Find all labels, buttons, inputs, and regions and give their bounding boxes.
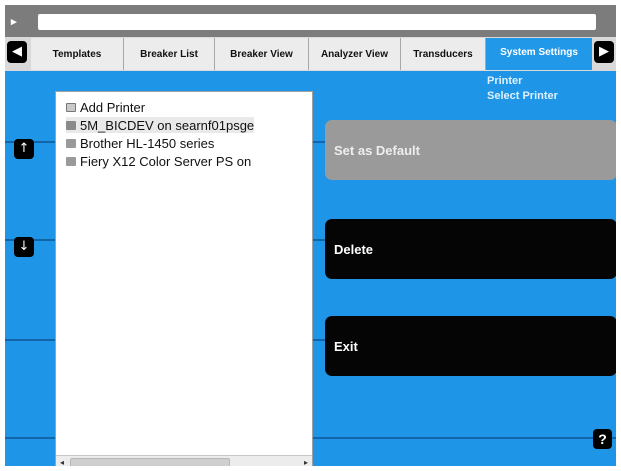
printer-icon xyxy=(66,138,76,148)
tab-bar: ◀ Templates Breaker List Breaker View An… xyxy=(5,37,616,71)
printer-label: Add Printer xyxy=(80,99,146,115)
printer-label: 5M_BICDEV on searnf01psge xyxy=(80,117,255,133)
title-bar: ▸ xyxy=(5,5,616,37)
main-panel: Printer Select Printer ↑ ↓ Add Printer 5… xyxy=(5,71,616,466)
list-item-add-printer[interactable]: Add Printer xyxy=(66,99,145,115)
tab-scroll-left-icon[interactable]: ◀ xyxy=(7,41,27,63)
tab-breaker-view[interactable]: Breaker View xyxy=(215,38,309,70)
add-printer-icon xyxy=(66,102,76,112)
list-item-printer[interactable]: 5M_BICDEV on searnf01psge xyxy=(66,117,255,133)
address-field[interactable] xyxy=(38,14,596,30)
help-button[interactable]: ? xyxy=(593,429,612,449)
app-window: ▸ ◀ Templates Breaker List Breaker View … xyxy=(5,5,616,466)
set-as-default-button[interactable]: Set as Default xyxy=(325,120,616,180)
printer-icon xyxy=(66,156,76,166)
tab-breaker-list[interactable]: Breaker List xyxy=(124,38,215,70)
network-printer-icon xyxy=(66,120,76,130)
printer-list: Add Printer 5M_BICDEV on searnf01psge Br… xyxy=(55,91,313,466)
printer-label: Brother HL-1450 series xyxy=(80,135,215,151)
exit-button[interactable]: Exit xyxy=(325,316,616,376)
cursor-icon: ▸ xyxy=(11,16,17,28)
scroll-up-button[interactable]: ↑ xyxy=(14,139,34,159)
delete-button[interactable]: Delete xyxy=(325,219,616,279)
breadcrumb-printer: Printer xyxy=(487,75,523,87)
tab-analyzer-view[interactable]: Analyzer View xyxy=(309,38,401,70)
tab-scroll-right-icon[interactable]: ▶ xyxy=(594,41,614,63)
printer-label: Fiery X12 Color Server PS on xyxy=(80,153,252,169)
list-item-printer[interactable]: Brother HL-1450 series xyxy=(66,135,214,151)
tab-transducers[interactable]: Transducers xyxy=(401,38,486,70)
scroll-left-icon[interactable]: ◂ xyxy=(56,456,68,466)
breadcrumb-select-printer: Select Printer xyxy=(487,90,558,102)
scrollbar-thumb[interactable] xyxy=(70,458,230,466)
tab-system-settings[interactable]: System Settings xyxy=(486,38,592,70)
tab-templates[interactable]: Templates xyxy=(31,38,124,70)
scroll-down-button[interactable]: ↓ xyxy=(14,237,34,257)
scroll-right-icon[interactable]: ▸ xyxy=(300,456,312,466)
list-item-printer[interactable]: Fiery X12 Color Server PS on xyxy=(66,153,251,169)
horizontal-scrollbar[interactable]: ◂ ▸ xyxy=(56,455,312,466)
